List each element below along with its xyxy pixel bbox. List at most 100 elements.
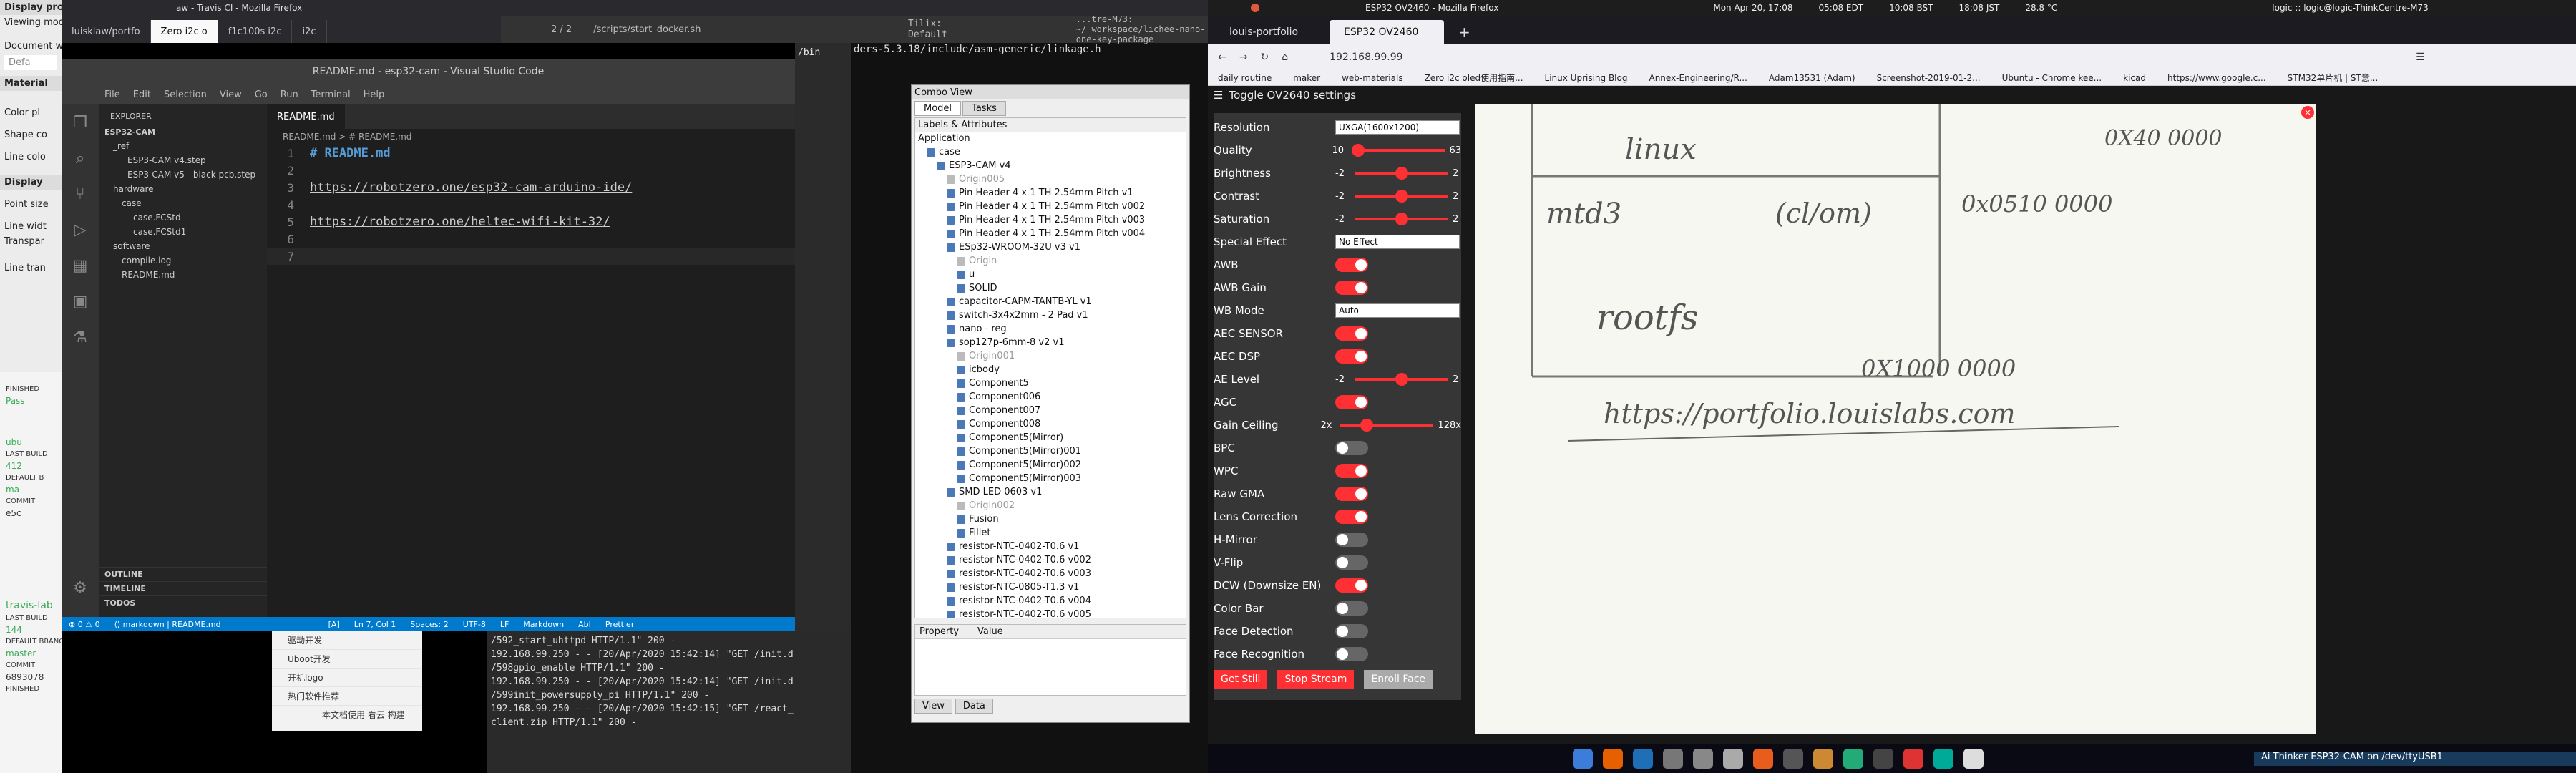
language-status[interactable]: ⟨⟩ markdown | README.md xyxy=(114,620,221,629)
tree-item[interactable]: Fusion xyxy=(915,512,1186,526)
tree-item[interactable]: Pin Header 4 x 1 TH 2.54mm Pitch v1 xyxy=(915,186,1186,200)
gain-ceiling-slider[interactable]: 2x 128x xyxy=(1320,419,1461,432)
build-number-1[interactable]: 412 xyxy=(0,460,62,472)
tree-item[interactable]: resistor-NTC-0805-T1.3 v1 xyxy=(915,580,1186,594)
tree-item[interactable]: Component007 xyxy=(915,404,1186,417)
tree-item[interactable]: resistor-NTC-0402-T0.6 v002 xyxy=(915,553,1186,567)
bookmark[interactable]: Annex-Engineering/R... xyxy=(1649,73,1747,83)
tree-item[interactable]: Pin Header 4 x 1 TH 2.54mm Pitch v004 xyxy=(915,227,1186,240)
slider-knob[interactable] xyxy=(1395,190,1408,203)
menu-view[interactable]: View xyxy=(220,89,242,100)
menu-icon[interactable]: ☰ xyxy=(2416,52,2425,63)
taskbar-app-icon[interactable] xyxy=(1903,749,1923,769)
menu-file[interactable]: File xyxy=(104,89,120,100)
tree-item[interactable]: Fillet xyxy=(915,526,1186,540)
slider-track[interactable] xyxy=(1352,144,1445,157)
tree-item[interactable]: u xyxy=(915,268,1186,281)
folder-case[interactable]: case xyxy=(99,196,267,210)
testing-icon[interactable]: ⚗ xyxy=(62,319,99,355)
file-readme[interactable]: README.md xyxy=(99,268,267,282)
taskbar-app-icon[interactable] xyxy=(1633,749,1653,769)
brightness-slider[interactable]: -2 2 xyxy=(1335,167,1458,180)
model-tree[interactable]: Labels & Attributes Application case ESP3… xyxy=(914,117,1186,618)
hmirror-toggle[interactable] xyxy=(1335,533,1368,547)
tab-esp32[interactable]: ESP32 OV2460 xyxy=(1330,20,1444,44)
cursor-position[interactable]: Ln 7, Col 1 xyxy=(354,620,396,629)
search-icon[interactable]: ⌕ xyxy=(62,140,99,176)
tab-readme[interactable]: README.md xyxy=(267,104,345,129)
file-esp3-cam-v4[interactable]: ESP3-CAM v4.step xyxy=(99,153,267,167)
extensions-icon[interactable]: ▦ xyxy=(62,248,99,283)
close-stream-icon[interactable]: × xyxy=(2301,106,2314,119)
prettier[interactable]: Prettier xyxy=(605,620,634,629)
bookmark[interactable]: daily routine xyxy=(1218,73,1272,83)
tree-item[interactable]: resistor-NTC-0402-T0.6 v1 xyxy=(915,540,1186,553)
workspace-root[interactable]: ESP32-CAM xyxy=(99,125,267,139)
bookmark[interactable]: STM32单片机 | ST意... xyxy=(2288,72,2379,84)
aec-sensor-toggle[interactable] xyxy=(1335,326,1368,341)
default-field[interactable]: Defa xyxy=(4,55,57,70)
awb-toggle[interactable] xyxy=(1335,258,1368,272)
todos-section[interactable]: TODOS xyxy=(99,595,267,610)
agc-toggle[interactable] xyxy=(1335,395,1368,409)
folder-hardware[interactable]: hardware xyxy=(99,182,267,196)
run-debug-icon[interactable]: ▷ xyxy=(62,212,99,248)
tree-item[interactable]: capacitor-CAPM-TANTB-YL v1 xyxy=(915,295,1186,308)
folder-software[interactable]: software xyxy=(99,239,267,253)
tree-item[interactable]: case xyxy=(915,145,1186,159)
file-case-fcstd[interactable]: case.FCStd xyxy=(99,210,267,225)
tree-item[interactable]: Origin002 xyxy=(915,499,1186,512)
property-editor[interactable]: Property Value xyxy=(914,624,1186,696)
reload-icon[interactable]: ↻ xyxy=(1260,52,1269,63)
slider-track[interactable] xyxy=(1355,167,1448,180)
folder-ref[interactable]: _ref xyxy=(99,139,267,153)
taskbar-app-icon[interactable] xyxy=(1813,749,1833,769)
problems-count[interactable]: ⊗ 0 ⚠ 0 xyxy=(69,620,100,629)
repo-name-2[interactable]: travis-lab xyxy=(0,598,62,613)
tree-item[interactable]: Origin xyxy=(915,254,1186,268)
taskbar-app-icon[interactable] xyxy=(1783,749,1803,769)
nav-item[interactable]: 开机logo xyxy=(272,669,422,687)
menu-edit[interactable]: Edit xyxy=(133,89,151,100)
bookmark[interactable]: web-materials xyxy=(1342,73,1402,83)
taskbar-app-icon[interactable] xyxy=(1933,749,1953,769)
taskbar-app-icon[interactable] xyxy=(1603,749,1623,769)
tree-item[interactable]: resistor-NTC-0402-T0.6 v003 xyxy=(915,567,1186,580)
http-log-terminal[interactable]: /592_start_uhttpd HTTP/1.1" 200 - 192.16… xyxy=(487,631,850,773)
tree-item[interactable]: icbody xyxy=(915,363,1186,376)
face-recog-toggle[interactable] xyxy=(1335,647,1368,661)
taskbar-app-icon[interactable] xyxy=(1693,749,1713,769)
tree-item[interactable]: sop127p-6mm-8 v2 v1 xyxy=(915,336,1186,349)
ae-level-slider[interactable]: -2 2 xyxy=(1335,373,1458,386)
taskbar-app-icon[interactable] xyxy=(1723,749,1743,769)
aec-dsp-toggle[interactable] xyxy=(1335,349,1368,364)
bookmark[interactable]: Ubuntu - Chrome kee... xyxy=(2002,73,2102,83)
bookmark[interactable]: Screenshot-2019-01-2... xyxy=(1877,73,1981,83)
tab-f1c100s[interactable]: f1c100s i2c xyxy=(218,20,293,43)
slider-track[interactable] xyxy=(1355,190,1448,203)
close-window-icon[interactable] xyxy=(1251,4,1259,12)
build-number-2[interactable]: 144 xyxy=(0,623,62,636)
bookmark[interactable]: Adam13531 (Adam) xyxy=(1769,73,1855,83)
tree-item[interactable]: Component5(Mirror)003 xyxy=(915,472,1186,485)
taskbar-app-icon[interactable] xyxy=(1873,749,1893,769)
tree-item[interactable]: Component5 xyxy=(915,376,1186,390)
tree-item[interactable]: Component5(Mirror) xyxy=(915,431,1186,444)
menu-terminal[interactable]: Terminal xyxy=(311,89,351,100)
tab-tasks[interactable]: Tasks xyxy=(962,101,1006,116)
remote-icon[interactable]: ▣ xyxy=(62,283,99,319)
settings-gear-icon[interactable]: ⚙ xyxy=(62,570,99,606)
nav-item[interactable]: 热门软件推荐 xyxy=(272,687,422,706)
repo-name-1[interactable]: ubu xyxy=(0,436,62,449)
saturation-slider[interactable]: -2 2 xyxy=(1335,213,1458,225)
file-case-fcstd1[interactable]: case.FCStd1 xyxy=(99,225,267,239)
tab-i2c[interactable]: i2c xyxy=(292,20,327,43)
vflip-toggle[interactable] xyxy=(1335,555,1368,570)
bookmark[interactable]: Linux Uprising Blog xyxy=(1545,73,1628,83)
tree-item[interactable]: Origin001 xyxy=(915,349,1186,363)
terminal-tab-counter[interactable]: 2 / 2 xyxy=(551,24,572,35)
wb-mode-select[interactable]: Auto xyxy=(1335,303,1460,318)
quality-slider[interactable]: 10 63 xyxy=(1332,144,1461,157)
face-detect-toggle[interactable] xyxy=(1335,624,1368,638)
bookmark[interactable]: kicad xyxy=(2123,73,2146,83)
